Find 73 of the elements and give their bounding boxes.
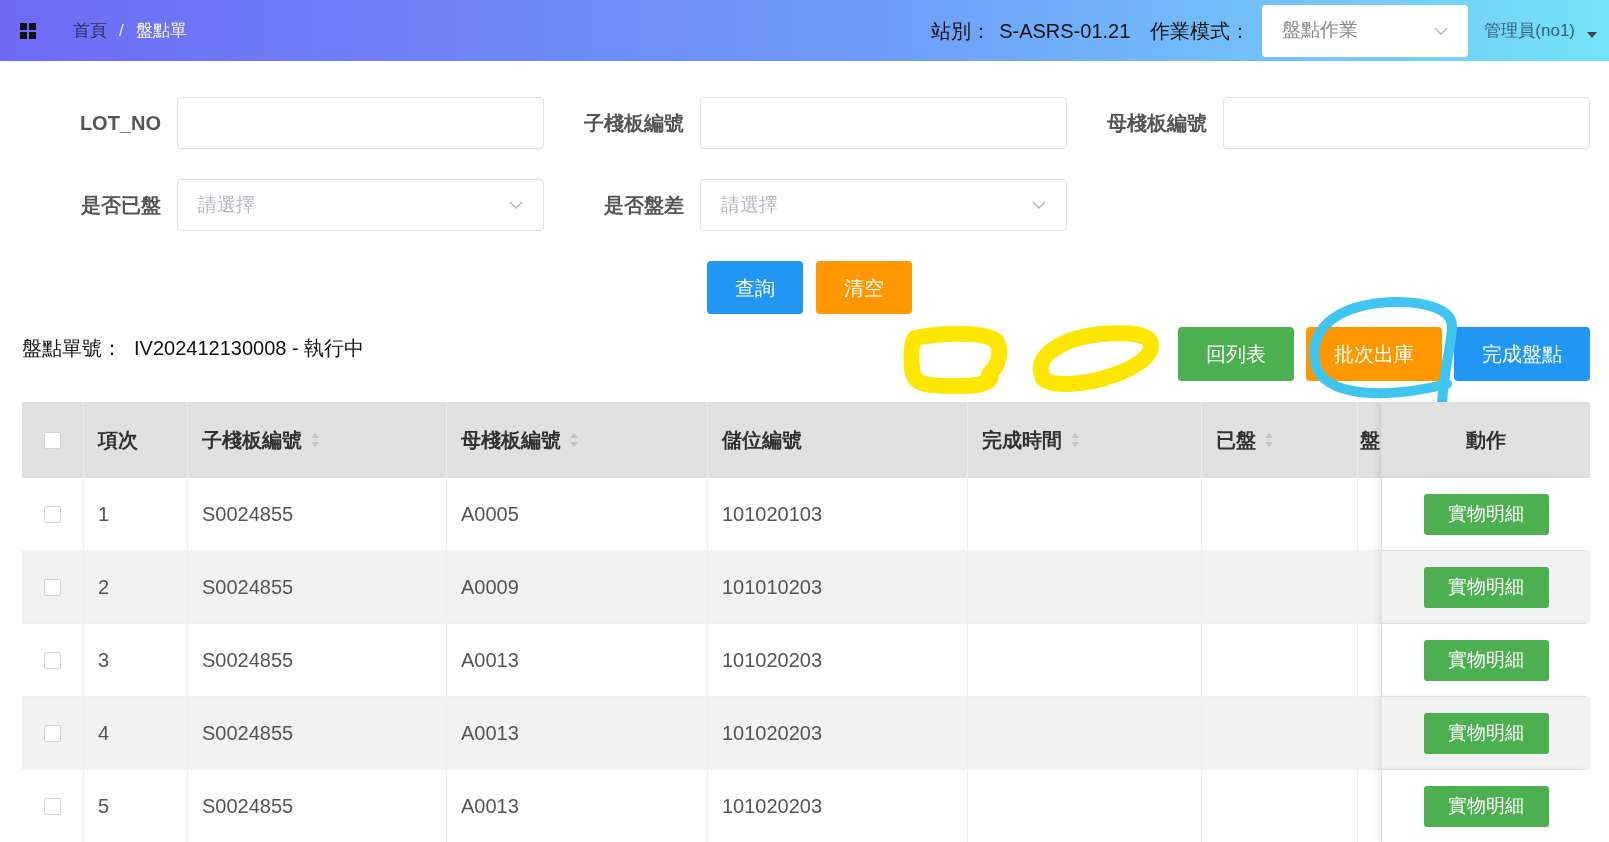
table-cell-text: 4 [98, 721, 110, 746]
table-cell-text: 101020203 [722, 721, 823, 746]
checkbox[interactable] [44, 578, 61, 596]
table-cell-text: 1 [98, 502, 110, 527]
table-cell-text: A0013 [461, 794, 519, 819]
detail-button[interactable]: 實物明細 [1423, 712, 1549, 754]
sort-icon[interactable] [1264, 431, 1274, 449]
table-cell-text: A0005 [461, 502, 519, 527]
checkbox[interactable] [44, 724, 61, 742]
table-cell-text: A0013 [461, 648, 519, 673]
table-cell-text: S0024855 [202, 502, 294, 527]
field-label: 子棧板編號 [583, 111, 685, 136]
table-cell-text: 3 [98, 648, 110, 673]
chevron-down-icon [1032, 201, 1046, 209]
column-header: 項次 [98, 428, 138, 453]
filter-button[interactable]: 清空 [816, 261, 912, 314]
caret-down-icon[interactable] [1587, 31, 1597, 38]
detail-button[interactable]: 實物明細 [1423, 493, 1549, 535]
sort-icon[interactable] [569, 431, 579, 449]
column-header: 儲位編號 [722, 428, 802, 453]
column-header[interactable]: 子棧板編號 [202, 425, 302, 455]
filter-button[interactable]: 查詢 [707, 261, 803, 314]
order-label: 盤點單號： [22, 336, 122, 361]
field-label: 是否盤差 [603, 193, 685, 218]
table-cell-text: 2 [98, 575, 110, 600]
chevron-down-icon [509, 201, 523, 209]
table-cell-text: A0009 [461, 575, 519, 600]
table-cell-text: 5 [98, 794, 110, 819]
user-menu[interactable]: 管理員(no1) [1484, 17, 1575, 44]
input-field[interactable] [1223, 97, 1590, 149]
column-header[interactable]: 母棧板編號 [461, 425, 561, 455]
checkbox[interactable] [44, 651, 61, 669]
checkbox[interactable] [44, 797, 61, 815]
mode-select[interactable]: 盤點作業 [1262, 4, 1469, 57]
action-button[interactable]: 完成盤點 [1454, 327, 1590, 381]
input-field[interactable] [177, 97, 544, 149]
select-field[interactable]: 請選擇 [177, 179, 544, 231]
select-field[interactable]: 請選擇 [700, 179, 1067, 231]
order-value: IV202412130008 - 執行中 [134, 336, 365, 361]
table-cell-text: S0024855 [202, 575, 294, 600]
action-button[interactable]: 批次出庫 [1306, 327, 1442, 381]
table-cell-text: 101020203 [722, 794, 823, 819]
table-cell-text: S0024855 [202, 648, 294, 673]
mode-label: 作業模式： [1150, 18, 1251, 44]
chevron-down-icon [1434, 26, 1449, 35]
table-cell-text: S0024855 [202, 721, 294, 746]
sort-icon[interactable] [310, 431, 320, 449]
detail-button[interactable]: 實物明細 [1423, 566, 1549, 608]
breadcrumb-separator: / [119, 19, 124, 42]
field-label: LOT_NO [78, 111, 162, 136]
field-label: 母棧板編號 [1106, 111, 1208, 136]
field-label: 是否已盤 [80, 193, 162, 218]
detail-button[interactable]: 實物明細 [1423, 785, 1549, 827]
input-field[interactable] [700, 97, 1067, 149]
column-header[interactable]: 完成時間 [982, 425, 1062, 455]
table-cell-text: 101010203 [722, 575, 823, 600]
sort-icon[interactable] [1070, 431, 1080, 449]
detail-button[interactable]: 實物明細 [1423, 639, 1549, 681]
column-header: 動作 [1466, 428, 1506, 453]
checkbox[interactable] [44, 431, 61, 449]
action-button[interactable]: 回列表 [1178, 327, 1294, 381]
station-value: S-ASRS-01.21 [999, 18, 1131, 44]
station-label: 站別： [931, 18, 992, 44]
table-cell-text: 101020103 [722, 502, 823, 527]
column-header[interactable]: 已盤 [1216, 425, 1256, 455]
table-cell-text: S0024855 [202, 794, 294, 819]
breadcrumb-link[interactable]: 盤點單 [135, 17, 187, 44]
table-cell-text: A0013 [461, 721, 519, 746]
app-grid-icon[interactable] [20, 22, 36, 39]
checkbox[interactable] [44, 505, 61, 523]
column-header: 盤 [1360, 428, 1380, 453]
table-cell-text: 101020203 [722, 648, 823, 673]
breadcrumb-link[interactable]: 首頁 [73, 17, 107, 44]
